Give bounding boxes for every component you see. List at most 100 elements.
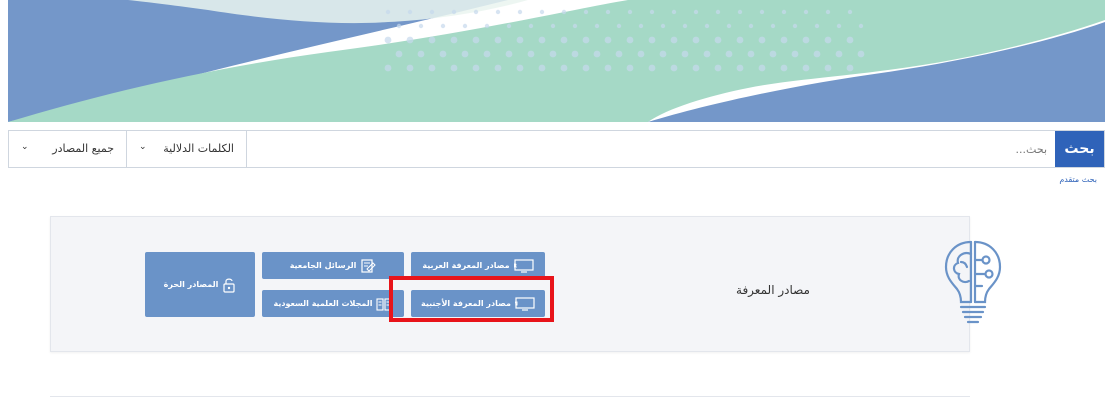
decorative-dot [759, 9, 765, 15]
decorative-dot [857, 50, 865, 58]
keywords-select[interactable]: الكلمات الدلالية ⌄ [127, 131, 247, 167]
decorative-dot [616, 23, 622, 29]
decorative-dot [692, 36, 700, 44]
decorative-dot [682, 23, 688, 29]
decorative-dot [527, 50, 535, 58]
decorative-dot [824, 64, 832, 72]
decorative-dot [758, 36, 766, 44]
decorative-dot [637, 50, 645, 58]
decorative-dot [516, 64, 524, 72]
decorative-dot [835, 50, 843, 58]
decorative-dot [824, 36, 832, 44]
decorative-dot [549, 50, 557, 58]
decorative-dot [670, 64, 678, 72]
decorative-dot [472, 36, 480, 44]
chevron-down-icon: ⌄ [139, 142, 147, 152]
saudi-journals-button[interactable]: المجلات العلمية السعودية [262, 290, 404, 317]
decorative-dot [670, 36, 678, 44]
decorative-dot [450, 64, 458, 72]
decorative-dot [758, 64, 766, 72]
document-edit-icon [361, 258, 377, 273]
decorative-dot [428, 64, 436, 72]
decorative-dot [693, 9, 699, 15]
decorative-dot [714, 36, 722, 44]
decorative-dot [605, 9, 611, 15]
decorative-dot [858, 23, 864, 29]
decorative-dot [659, 50, 667, 58]
chevron-down-icon: ⌄ [21, 142, 29, 152]
decorative-dot [440, 23, 446, 29]
highlight-box [389, 276, 554, 322]
decorative-dot [560, 64, 568, 72]
decorative-dot [780, 36, 788, 44]
decorative-dot [506, 23, 512, 29]
decorative-dot [846, 64, 854, 72]
decorative-dot [626, 36, 634, 44]
decorative-dot [802, 36, 810, 44]
decorative-dot [813, 50, 821, 58]
decorative-dot [418, 23, 424, 29]
decorative-dot [791, 50, 799, 58]
advanced-search-link[interactable]: بحث متقدم [1059, 175, 1097, 184]
svg-text:AR: AR [514, 263, 517, 269]
keywords-select-value: الكلمات الدلالية [163, 142, 234, 155]
decorative-dot [638, 23, 644, 29]
decorative-dot [406, 64, 414, 72]
section-divider [50, 396, 970, 397]
decorative-dot [385, 9, 391, 15]
decorative-dot [736, 36, 744, 44]
decorative-dot [648, 64, 656, 72]
search-input[interactable] [247, 131, 1055, 167]
free-sources-button[interactable]: المصادر الحرة [145, 252, 255, 317]
sources-select[interactable]: جميع المصادر ⌄ [9, 131, 127, 167]
unlock-icon [223, 278, 235, 293]
search-button[interactable]: بحث [1055, 131, 1104, 167]
decorative-dot [495, 9, 501, 15]
decorative-dot [714, 64, 722, 72]
lightbulb-brain-icon [944, 240, 1002, 324]
decorative-dot [571, 50, 579, 58]
decorative-dot [462, 23, 468, 29]
decorative-dot [615, 50, 623, 58]
decorative-dot [792, 23, 798, 29]
decorative-dot [846, 36, 854, 44]
decorative-dot [539, 9, 545, 15]
decorative-dot [825, 9, 831, 15]
decorative-dot [472, 64, 480, 72]
decorative-dot [439, 50, 447, 58]
decorative-dot [483, 50, 491, 58]
decorative-dot [725, 50, 733, 58]
decorative-dot [770, 23, 776, 29]
theses-button[interactable]: الرسائل الجامعية [262, 252, 404, 279]
decorative-dot [704, 23, 710, 29]
decorative-dot [505, 50, 513, 58]
decorative-dot [395, 50, 403, 58]
decorative-dot [583, 9, 589, 15]
decorative-dot [494, 64, 502, 72]
sources-select-value: جميع المصادر [52, 142, 114, 155]
decorative-dot [517, 9, 523, 15]
decorative-dot [736, 64, 744, 72]
decorative-dot [428, 36, 436, 44]
decorative-dot [726, 23, 732, 29]
arabic-sources-button[interactable]: AR مصادر المعرفة العربية [411, 252, 545, 279]
theses-label: الرسائل الجامعية [289, 261, 357, 270]
decorative-dot [582, 36, 590, 44]
decorative-dot [396, 23, 402, 29]
decorative-dot [516, 36, 524, 44]
saudi-journals-label: المجلات العلمية السعودية [273, 299, 373, 308]
decorative-dot [572, 23, 578, 29]
search-bar: جميع المصادر ⌄ الكلمات الدلالية ⌄ بحث [8, 130, 1105, 168]
decorative-dot [451, 9, 457, 15]
decorative-dot [737, 9, 743, 15]
hero-wave-graphic [8, 0, 1105, 122]
decorative-dot [528, 23, 534, 29]
decorative-dot [715, 9, 721, 15]
decorative-dot [538, 36, 546, 44]
decorative-dot [593, 50, 601, 58]
decorative-dot [781, 9, 787, 15]
decorative-dot [582, 64, 590, 72]
decorative-dot [417, 50, 425, 58]
decorative-dot [384, 36, 392, 44]
decorative-dot [748, 23, 754, 29]
